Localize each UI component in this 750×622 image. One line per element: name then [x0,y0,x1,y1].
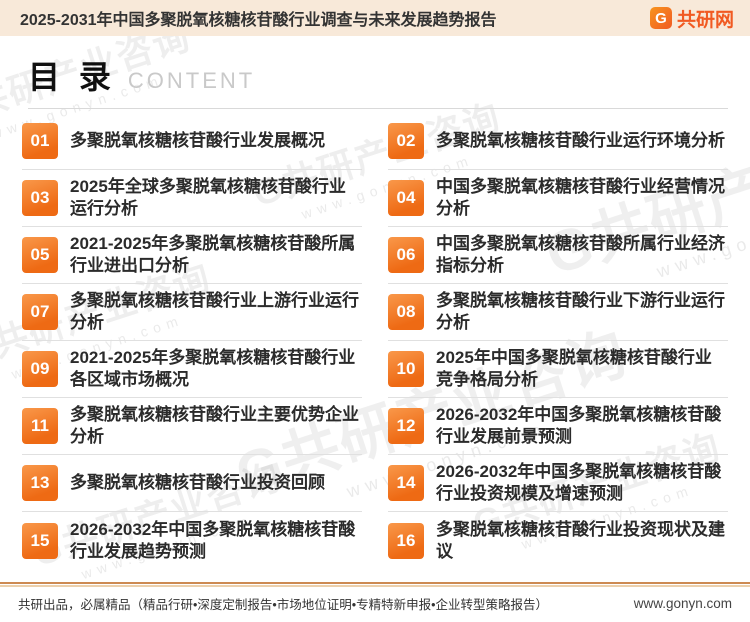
item-number-badge: 06 [388,237,424,273]
header-bar: 2025-2031年中国多聚脱氧核糖核苷酸行业调查与未来发展趋势报告 G 共研网 [0,0,750,36]
item-number-badge: 09 [22,351,58,387]
report-title: 2025-2031年中国多聚脱氧核糖核苷酸行业调查与未来发展趋势报告 [20,12,497,29]
toc-item-16: 16 多聚脱氧核糖核苷酸行业投资现状及建议 [388,512,728,569]
footer-slogan: 共研出品，必属精品（精品行研•深度定制报告•市场地位证明•专精特新申报•企业转型… [18,598,549,612]
toc-column-right: 02 多聚脱氧核糖核苷酸行业运行环境分析 04 中国多聚脱氧核糖核苷酸行业经营情… [388,113,728,569]
toc-list: 01 多聚脱氧核糖核苷酸行业发展概况 03 2025年全球多聚脱氧核糖核苷酸行业… [0,109,750,569]
toc-item-15: 15 2026-2032年中国多聚脱氧核糖核苷酸行业发展趋势预测 [22,512,362,569]
item-title: 多聚脱氧核糖核苷酸行业上游行业运行分析 [70,291,359,332]
report-toc-page: G共研产业咨询 www.gonyn.com G共研产业咨询 www.gonyn.… [0,0,750,622]
toc-item-06: 06 中国多聚脱氧核糖核苷酸所属行业经济指标分析 [388,227,728,284]
item-number-badge: 01 [22,123,58,159]
item-number-badge: 03 [22,180,58,216]
toc-item-05: 05 2021-2025年多聚脱氧核糖核苷酸所属行业进出口分析 [22,227,362,284]
toc-column-left: 01 多聚脱氧核糖核苷酸行业发展概况 03 2025年全球多聚脱氧核糖核苷酸行业… [22,113,362,569]
item-title: 中国多聚脱氧核糖核苷酸所属行业经济指标分析 [436,234,725,275]
toc-item-07: 07 多聚脱氧核糖核苷酸行业上游行业运行分析 [22,284,362,341]
toc-heading-en: CONTENT [127,68,256,93]
item-number-badge: 15 [22,522,58,559]
item-title: 中国多聚脱氧核糖核苷酸行业经营情况分析 [436,177,725,218]
item-title: 2026-2032年中国多聚脱氧核糖核苷酸行业发展前景预测 [436,405,722,446]
footer: 共研出品，必属精品（精品行研•深度定制报告•市场地位证明•专精特新申报•企业转型… [0,582,750,622]
item-number-badge: 04 [388,180,424,216]
item-number-badge: 05 [22,237,58,273]
footer-url: www.gonyn.com [633,596,732,611]
item-number-badge: 13 [22,465,58,501]
item-title: 多聚脱氧核糖核苷酸行业下游行业运行分析 [436,291,725,332]
logo-text: 共研网 [676,9,734,31]
toc-item-02: 02 多聚脱氧核糖核苷酸行业运行环境分析 [388,113,728,170]
brand-logo: G 共研网 [649,5,734,32]
item-title: 2025年中国多聚脱氧核糖核苷酸行业竞争格局分析 [436,348,712,389]
toc-heading-cn: 目 录 [28,59,116,95]
item-number-badge: 12 [388,408,424,444]
toc-item-03: 03 2025年全球多聚脱氧核糖核苷酸行业运行分析 [22,170,362,227]
item-title: 2026-2032年中国多聚脱氧核糖核苷酸行业投资规模及增速预测 [436,462,722,503]
toc-item-13: 13 多聚脱氧核糖核苷酸行业投资回顾 [22,455,362,512]
toc-item-08: 08 多聚脱氧核糖核苷酸行业下游行业运行分析 [388,284,728,341]
toc-item-14: 14 2026-2032年中国多聚脱氧核糖核苷酸行业投资规模及增速预测 [388,455,728,512]
item-title: 2021-2025年多聚脱氧核糖核苷酸行业各区域市场概况 [70,348,356,389]
logo-g-icon: G [649,7,672,29]
toc-item-01: 01 多聚脱氧核糖核苷酸行业发展概况 [22,113,362,170]
item-title: 多聚脱氧核糖核苷酸行业主要优势企业分析 [70,405,359,446]
item-number-badge: 08 [388,294,424,330]
item-number-badge: 10 [388,351,424,387]
item-title: 多聚脱氧核糖核苷酸行业发展概况 [70,131,325,150]
item-title: 2021-2025年多聚脱氧核糖核苷酸所属行业进出口分析 [70,234,356,275]
toc-item-04: 04 中国多聚脱氧核糖核苷酸行业经营情况分析 [388,170,728,227]
item-title: 多聚脱氧核糖核苷酸行业投资回顾 [70,473,325,492]
item-number-badge: 14 [388,465,424,501]
item-number-badge: 16 [388,522,424,559]
item-title: 2026-2032年中国多聚脱氧核糖核苷酸行业发展趋势预测 [70,519,356,561]
item-number-badge: 02 [388,123,424,159]
item-title: 多聚脱氧核糖核苷酸行业运行环境分析 [436,131,725,150]
toc-item-10: 10 2025年中国多聚脱氧核糖核苷酸行业竞争格局分析 [388,341,728,398]
toc-item-11: 11 多聚脱氧核糖核苷酸行业主要优势企业分析 [22,398,362,455]
toc-heading: 目 录 CONTENT [28,52,728,109]
item-title: 多聚脱氧核糖核苷酸行业投资现状及建议 [436,519,725,561]
item-number-badge: 11 [22,408,58,444]
item-title: 2025年全球多聚脱氧核糖核苷酸行业运行分析 [70,177,346,218]
toc-item-09: 09 2021-2025年多聚脱氧核糖核苷酸行业各区域市场概况 [22,341,362,398]
item-number-badge: 07 [22,294,58,330]
toc-item-12: 12 2026-2032年中国多聚脱氧核糖核苷酸行业发展前景预测 [388,398,728,455]
